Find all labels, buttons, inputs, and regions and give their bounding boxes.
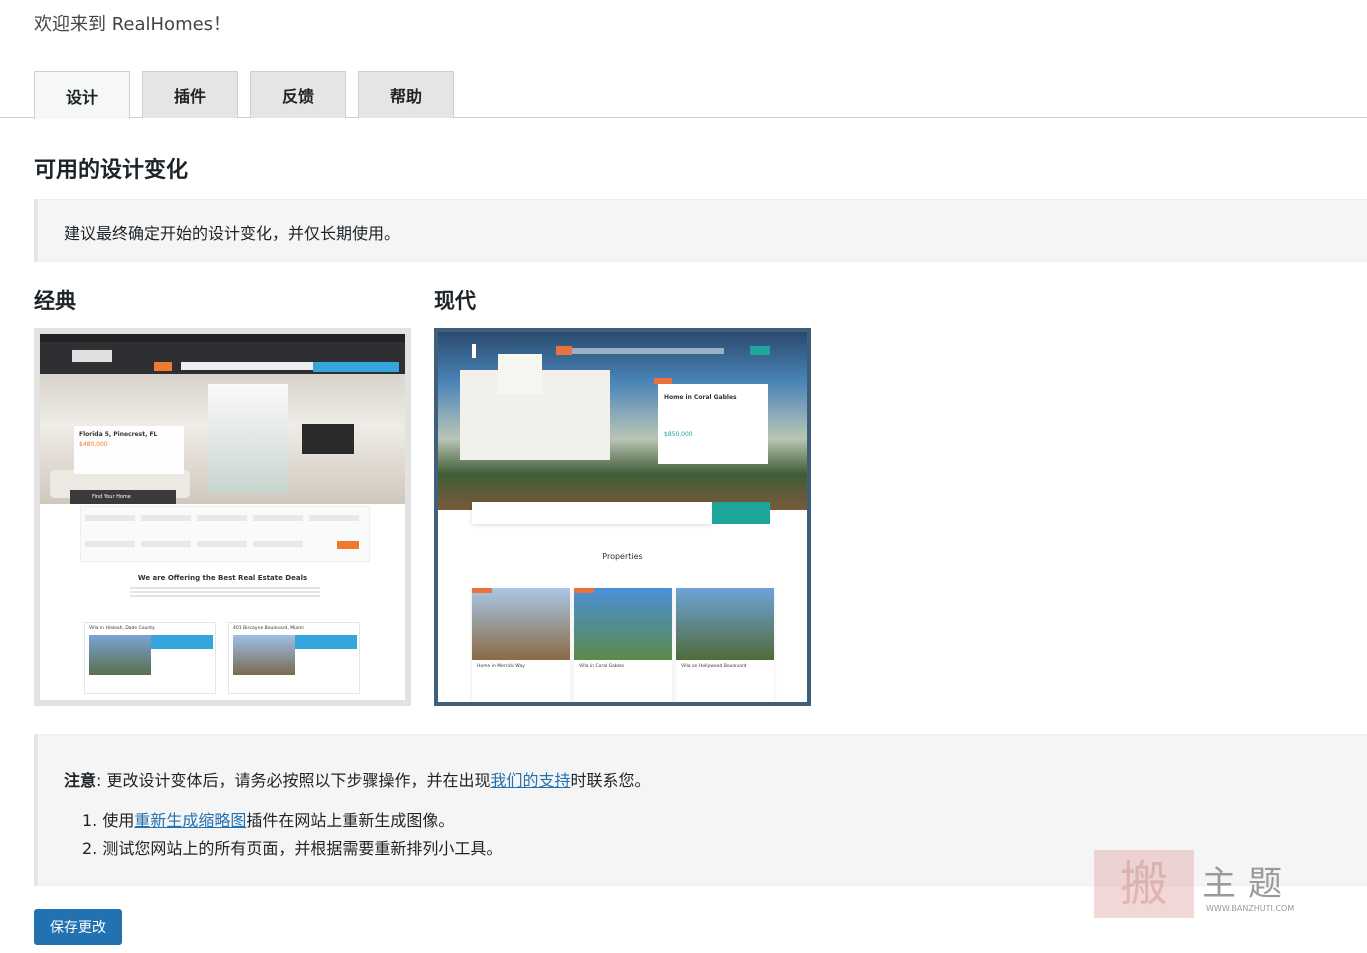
classic-preview-phone xyxy=(313,362,399,372)
watermark-seal-char: 搬 xyxy=(1119,856,1168,912)
step-item: 2. 测试您网站上的所有页面，并根据需要重新排列小工具。 xyxy=(82,839,503,858)
classic-field xyxy=(85,541,135,547)
classic-field xyxy=(197,541,247,547)
classic-field xyxy=(309,515,359,521)
classic-offer-title: We are Offering the Best Real Estate Dea… xyxy=(137,574,308,582)
modern-property-image xyxy=(472,588,570,660)
modern-property-tag xyxy=(472,588,492,593)
tab-design[interactable]: 设计 xyxy=(34,71,130,119)
modern-preview-submit xyxy=(750,346,770,355)
step1-suffix: 插件在网站上重新生成图像。 xyxy=(246,811,455,830)
modern-card-price: $850,000 xyxy=(664,431,693,438)
tab-feedback[interactable]: 反馈 xyxy=(250,71,346,118)
classic-listing-card: 401 Biscayne Boulevard, Miami xyxy=(228,622,360,694)
classic-preview-window xyxy=(208,384,288,494)
watermark-logo: 搬 主题 WWW.BANZHUTI.COM xyxy=(1094,850,1324,920)
tab-help[interactable]: 帮助 xyxy=(358,71,454,118)
classic-listing-image xyxy=(89,635,151,675)
steps-list: 1. 使用重新生成缩略图插件在网站上重新生成图像。 2. 测试您网站上的所有页面… xyxy=(82,807,502,863)
welcome-text: 欢迎来到 RealHomes！ xyxy=(34,14,232,35)
modern-property-title: Home in Merrick Way xyxy=(477,664,525,669)
classic-listing-image xyxy=(233,635,295,675)
modern-preview-card: Home in Coral Gables $850,000 xyxy=(658,384,768,464)
modern-properties-label: Properties xyxy=(602,552,643,561)
classic-preview-topbar xyxy=(40,334,405,342)
modern-property-title: Villa in Coral Gables xyxy=(579,664,625,669)
classic-listing-title: Villa in Hialeah, Dade County xyxy=(89,626,155,631)
classic-search-head-text: Find Your Home xyxy=(92,494,131,500)
classic-card-price: $480,000 xyxy=(79,441,108,448)
classic-variant-option[interactable]: Florida 5, Pinecrest, FL $480,000 Find Y… xyxy=(34,328,411,706)
classic-preview-search-form xyxy=(80,506,370,562)
classic-field xyxy=(253,515,303,521)
tab-plugins[interactable]: 插件 xyxy=(142,71,238,118)
watermark-seal: 搬 xyxy=(1094,850,1194,918)
modern-card-title: Home in Coral Gables xyxy=(664,394,737,401)
modern-variant-option[interactable]: Home in Coral Gables $850,000 Properties… xyxy=(434,328,811,706)
classic-search-head: Find Your Home xyxy=(70,490,176,504)
classic-offer-lines xyxy=(130,587,320,597)
classic-preview-logo xyxy=(72,350,112,362)
modern-preview-logo xyxy=(472,344,502,358)
modern-preview-house-tower xyxy=(498,354,542,394)
modern-property-card: Villa in Coral Gables xyxy=(574,588,672,702)
modern-preview-nav xyxy=(556,348,724,354)
classic-preview-nav-active xyxy=(154,362,172,371)
classic-listing-price-bar xyxy=(295,635,357,649)
classic-preview-tv xyxy=(302,424,354,454)
step-item: 1. 使用重新生成缩略图插件在网站上重新生成图像。 xyxy=(82,807,502,835)
classic-field xyxy=(197,515,247,521)
classic-card-title: Florida 5, Pinecrest, FL xyxy=(79,431,158,438)
modern-preview-nav-active xyxy=(556,346,572,355)
modern-property-title: Villa on Hollywood Boulevard xyxy=(681,664,747,669)
classic-label: 经典 xyxy=(34,289,76,313)
classic-field xyxy=(85,515,135,521)
classic-field xyxy=(141,515,191,521)
classic-preview-hero: Florida 5, Pinecrest, FL $480,000 xyxy=(40,374,405,504)
classic-preview-image: Florida 5, Pinecrest, FL $480,000 Find Y… xyxy=(40,334,405,700)
modern-card-tag xyxy=(654,378,672,384)
modern-property-image xyxy=(574,588,672,660)
modern-preview-search xyxy=(472,502,712,524)
watermark-text: 主题 xyxy=(1202,864,1294,904)
classic-listing-title: 401 Biscayne Boulevard, Miami xyxy=(233,626,304,631)
tab-bar: 设计 插件 反馈 帮助 xyxy=(0,70,1367,119)
modern-property-image xyxy=(676,588,774,660)
note-bold-label: 注意 xyxy=(64,771,97,790)
info-notice: 建议最终确定开始的设计变化，并仅长期使用。 xyxy=(34,199,1367,262)
note-text-before: : 更改设计变体后，请务必按照以下步骤操作，并在出现 xyxy=(96,771,491,790)
save-changes-button[interactable]: 保存更改 xyxy=(34,909,122,945)
modern-preview-image: Home in Coral Gables $850,000 Properties… xyxy=(438,332,807,702)
regenerate-thumbnails-link[interactable]: 重新生成缩略图 xyxy=(134,811,246,830)
note-text-after: 时联系您。 xyxy=(570,771,651,790)
classic-listing-card: Villa in Hialeah, Dade County xyxy=(84,622,216,694)
support-link[interactable]: 我们的支持 xyxy=(491,771,571,790)
classic-field xyxy=(253,541,303,547)
classic-search-button xyxy=(337,541,359,549)
classic-preview-card: Florida 5, Pinecrest, FL $480,000 xyxy=(74,426,184,474)
modern-property-card: Home in Merrick Way xyxy=(472,588,570,702)
section-title: 可用的设计变化 xyxy=(34,158,189,183)
notice-text: 建议最终确定开始的设计变化，并仅长期使用。 xyxy=(64,224,401,243)
notice-note-line: 注意: 更改设计变体后，请务必按照以下步骤操作，并在出现我们的支持时联系您。 xyxy=(64,767,651,791)
modern-property-tag xyxy=(574,588,594,593)
classic-listing-price-bar xyxy=(151,635,213,649)
modern-label: 现代 xyxy=(434,289,476,313)
modern-preview-search-button xyxy=(712,502,770,524)
step1-prefix: 1. 使用 xyxy=(82,811,135,830)
watermark-url: WWW.BANZHUTI.COM xyxy=(1206,904,1295,913)
modern-property-card: Villa on Hollywood Boulevard xyxy=(676,588,774,702)
classic-field xyxy=(141,541,191,547)
